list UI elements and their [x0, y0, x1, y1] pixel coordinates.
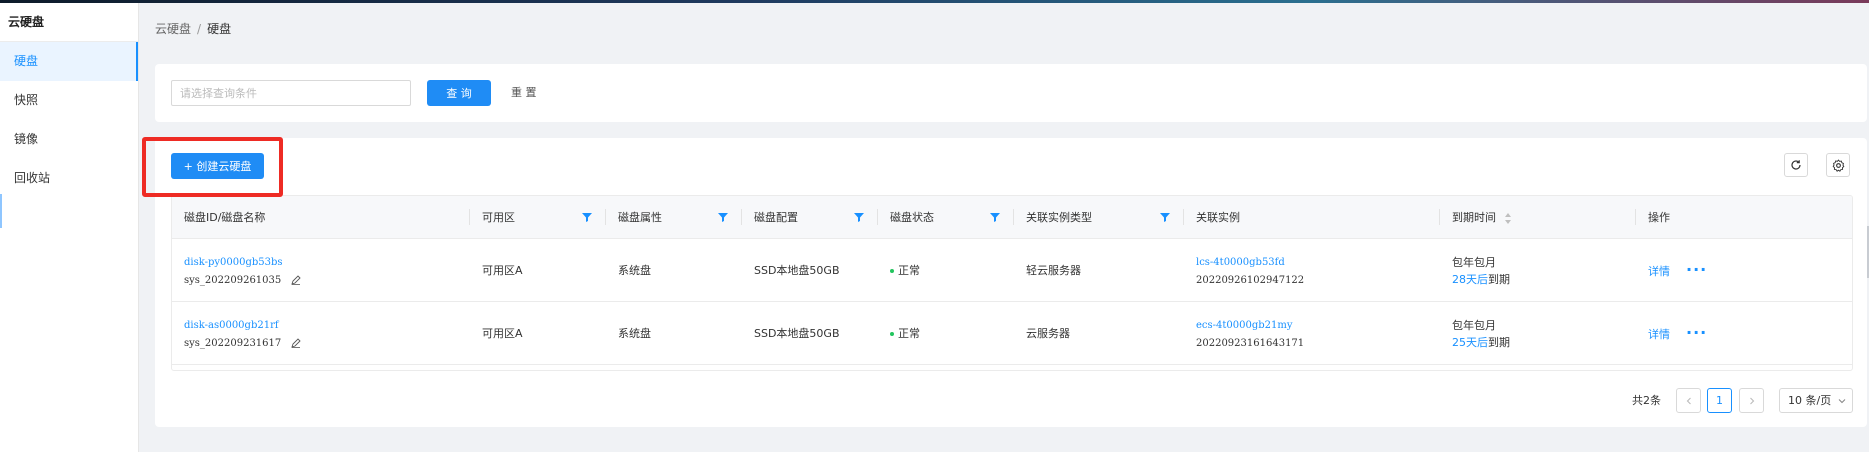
disk-name: sys_202209261035 [184, 274, 282, 286]
page-size-value: 10 条/页 [1788, 394, 1832, 407]
detail-link[interactable]: 详情 [1648, 265, 1670, 278]
page-size-select[interactable]: 10 条/页 [1779, 388, 1853, 413]
disk-id-link[interactable]: disk-py0000gb53bs [184, 257, 283, 268]
sidebar-item-image[interactable]: 镜像 [0, 120, 138, 159]
zone-cell: 可用区A [482, 264, 523, 277]
query-button[interactable]: 查 询 [427, 80, 491, 106]
disk-table: 磁盘ID/磁盘名称 可用区 磁盘属性 磁盘配置 磁盘状态 关联实例类型 关联实例… [171, 195, 1853, 371]
breadcrumb-parent[interactable]: 云硬盘 [155, 22, 191, 36]
billing-type: 包年包月 [1452, 255, 1496, 269]
search-panel: 查 询 重 置 [155, 64, 1867, 122]
column-zone: 可用区 [470, 196, 606, 239]
sidebar-item-disk[interactable]: 硬盘 [0, 42, 138, 81]
expire-suffix: 到期 [1488, 272, 1510, 286]
instance-id-link[interactable]: lcs-4t0000gb53fd [1196, 257, 1285, 268]
filter-icon[interactable] [990, 212, 1000, 222]
column-expire-time[interactable]: 到期时间 [1440, 196, 1636, 239]
column-instance-type: 关联实例类型 [1014, 196, 1184, 239]
sidebar-item-snapshot[interactable]: 快照 [0, 81, 138, 120]
column-disk-id: 磁盘ID/磁盘名称 [172, 196, 470, 239]
column-status: 磁盘状态 [878, 196, 1014, 239]
settings-button[interactable] [1826, 153, 1850, 177]
next-page-button[interactable] [1739, 388, 1764, 413]
top-accent-bar [0, 0, 1869, 3]
refresh-button[interactable] [1784, 153, 1808, 177]
more-actions-icon[interactable]: ··· [1686, 323, 1707, 342]
attribute-cell: 系统盘 [618, 264, 651, 277]
breadcrumb: 云硬盘 / 硬盘 [155, 20, 231, 37]
config-cell: SSD本地盘50GB [754, 327, 840, 340]
instance-name: 20220923161643171 [1196, 337, 1305, 349]
edit-icon[interactable] [291, 274, 301, 285]
sort-icon[interactable] [1504, 212, 1512, 224]
status-dot [890, 269, 894, 273]
expire-days: 28天后 [1452, 272, 1488, 286]
filter-icon[interactable] [718, 212, 728, 222]
instance-type-cell: 轻云服务器 [1026, 264, 1081, 277]
more-actions-icon[interactable]: ··· [1686, 260, 1707, 279]
status-text: 正常 [898, 264, 920, 277]
page-number-button[interactable]: 1 [1707, 388, 1732, 413]
sidebar-scroll-marker [0, 194, 2, 228]
config-cell: SSD本地盘50GB [754, 264, 840, 277]
chevron-right-icon [1749, 397, 1754, 404]
status-dot [890, 332, 894, 336]
instance-type-cell: 云服务器 [1026, 327, 1070, 340]
column-attribute: 磁盘属性 [606, 196, 742, 239]
zone-cell: 可用区A [482, 327, 523, 340]
detail-link[interactable]: 详情 [1648, 328, 1670, 341]
table-header: 磁盘ID/磁盘名称 可用区 磁盘属性 磁盘配置 磁盘状态 关联实例类型 关联实例… [172, 196, 1852, 239]
column-actions: 操作 [1648, 211, 1670, 224]
gear-icon [1832, 158, 1844, 172]
disk-list-panel: + 创建云硬盘 磁盘ID/磁盘名称 可用区 磁盘属性 磁盘配置 磁盘状态 关联实… [155, 138, 1867, 427]
expire-suffix: 到期 [1488, 335, 1510, 349]
sidebar: 云硬盘 硬盘 快照 镜像 回收站 [0, 3, 139, 452]
table-row: disk-as0000gb21rf sys_202209231617 可用区A … [172, 302, 1852, 365]
sidebar-item-recycle-bin[interactable]: 回收站 [0, 159, 138, 198]
pagination-total: 共2条 [1632, 394, 1661, 407]
breadcrumb-separator: / [197, 22, 202, 36]
create-disk-button[interactable]: + 创建云硬盘 [171, 153, 264, 179]
attribute-cell: 系统盘 [618, 327, 651, 340]
column-instance: 关联实例 [1184, 196, 1440, 239]
column-config: 磁盘配置 [742, 196, 878, 239]
instance-id-link[interactable]: ecs-4t0000gb21my [1196, 320, 1293, 331]
filter-icon[interactable] [854, 212, 864, 222]
chevron-down-icon [1838, 399, 1846, 404]
filter-icon[interactable] [1160, 212, 1170, 222]
expire-days: 25天后 [1452, 335, 1488, 349]
table-row: disk-py0000gb53bs sys_202209261035 可用区A … [172, 239, 1852, 302]
status-text: 正常 [898, 327, 920, 340]
search-input[interactable] [171, 80, 411, 106]
prev-page-button[interactable] [1676, 388, 1701, 413]
disk-id-link[interactable]: disk-as0000gb21rf [184, 320, 279, 331]
chevron-left-icon [1686, 397, 1691, 404]
breadcrumb-current: 硬盘 [207, 22, 232, 36]
edit-icon[interactable] [291, 337, 301, 348]
filter-icon[interactable] [582, 212, 592, 222]
disk-name: sys_202209231617 [184, 337, 282, 349]
reset-button[interactable]: 重 置 [511, 80, 537, 106]
refresh-icon [1791, 160, 1801, 170]
billing-type: 包年包月 [1452, 318, 1496, 332]
sidebar-title: 云硬盘 [0, 3, 138, 42]
instance-name: 20220926102947122 [1196, 274, 1305, 286]
